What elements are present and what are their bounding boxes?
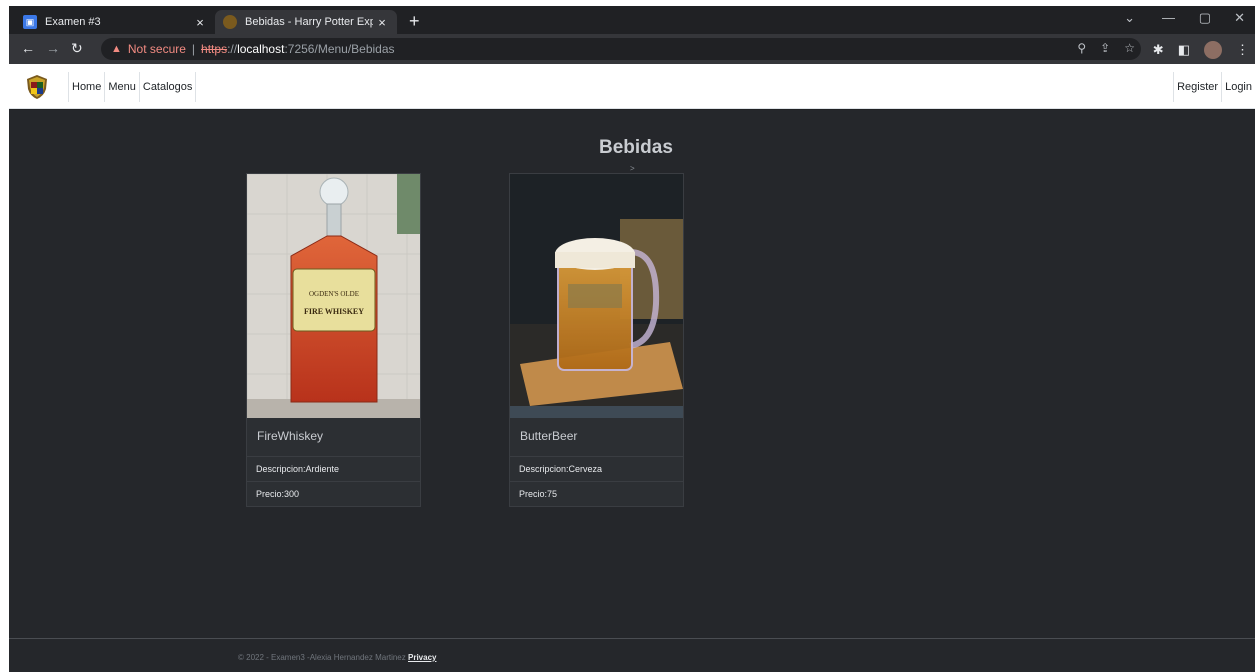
butterbeer-image xyxy=(510,174,683,418)
card-title: FireWhiskey xyxy=(247,418,420,457)
url-scheme-rest: :// xyxy=(227,42,238,56)
warning-icon: ▲ xyxy=(111,43,122,55)
not-secure-label: Not secure xyxy=(127,42,186,56)
maximize-icon[interactable]: ▢ xyxy=(1199,10,1211,26)
footer-text: © 2022 - Examen3 -Alexia Hernandez Marti… xyxy=(238,653,436,662)
forward-icon[interactable]: → xyxy=(46,40,60,56)
nav-catalogos-link[interactable]: Catalogos xyxy=(138,72,197,102)
side-panel-icon[interactable]: ◧ xyxy=(1178,42,1190,58)
nav-login-link[interactable]: Login xyxy=(1221,72,1255,102)
tab-strip: ▣ Examen #3 × Bebidas - Harry Potter Exp… xyxy=(9,6,1255,34)
bottle-label-line1: OGDEN'S OLDE xyxy=(309,290,359,298)
menu-kebab-icon[interactable]: ⋮ xyxy=(1236,42,1249,58)
bottle-label-line2: FIRE WHISKEY xyxy=(304,307,364,316)
new-tab-button[interactable]: + xyxy=(409,11,420,31)
card-price: Precio:75 xyxy=(519,489,558,499)
footer-copyright: © 2022 - Examen3 -Alexia Hernandez Marti… xyxy=(238,653,406,662)
card-description: Descripcion:Cerveza xyxy=(510,457,683,482)
zoom-icon[interactable]: ⚲ xyxy=(1077,41,1086,55)
tab-examen[interactable]: ▣ Examen #3 × xyxy=(15,10,215,34)
bookmark-star-icon[interactable]: ☆ xyxy=(1124,41,1135,55)
firewhiskey-image: OGDEN'S OLDE FIRE WHISKEY xyxy=(247,174,420,418)
tab-bebidas[interactable]: Bebidas - Harry Potter Experienc × xyxy=(215,10,397,34)
browser-toolbar: ← → ↻ ▲ Not secure | https :// localhost… xyxy=(9,34,1255,64)
url-host: localhost xyxy=(237,42,285,56)
extension-area: ✱ ◧ ⋮ xyxy=(1153,41,1249,59)
main-content: Bebidas > OGDEN'S OLDE FIRE WHISKEY Fire… xyxy=(9,110,1255,640)
address-separator: | xyxy=(191,42,196,56)
site-navbar: Home Menu Catalogos Register Login xyxy=(9,64,1255,109)
privacy-link[interactable]: Privacy xyxy=(408,653,436,662)
nav-left: Home Menu Catalogos xyxy=(68,72,197,102)
product-card-butterbeer: ButterBeer Descripcion:Cerveza Precio:75 xyxy=(509,173,684,507)
window-close-icon[interactable]: ✕ xyxy=(1234,10,1245,26)
tab-title: Bebidas - Harry Potter Experienc xyxy=(245,16,373,28)
card-description: Descripcion:Ardiente xyxy=(247,457,420,482)
nav-right: Register Login xyxy=(1173,72,1255,102)
chevron-icon: > xyxy=(630,164,635,173)
product-card-firewhiskey: OGDEN'S OLDE FIRE WHISKEY FireWhiskey De… xyxy=(246,173,421,507)
nav-menu-link[interactable]: Menu xyxy=(104,72,139,102)
nav-register-link[interactable]: Register xyxy=(1173,72,1221,102)
close-icon[interactable]: × xyxy=(191,15,209,30)
card-price: Precio:300 xyxy=(256,489,300,499)
close-icon[interactable]: × xyxy=(373,15,391,30)
classroom-icon: ▣ xyxy=(23,15,37,29)
reload-icon[interactable]: ↻ xyxy=(71,40,83,57)
url-path: :7256/Menu/Bebidas xyxy=(284,42,395,56)
hogwarts-crest-icon[interactable] xyxy=(23,73,51,101)
minimize-icon[interactable]: — xyxy=(1162,10,1175,25)
site-footer: © 2022 - Examen3 -Alexia Hernandez Marti… xyxy=(9,638,1255,672)
back-icon[interactable]: ← xyxy=(21,40,35,56)
profile-avatar[interactable] xyxy=(1204,41,1222,59)
nav-home-link[interactable]: Home xyxy=(68,72,104,102)
card-title: ButterBeer xyxy=(510,418,683,457)
address-bar[interactable]: ▲ Not secure | https :// localhost :7256… xyxy=(101,38,1141,60)
url-scheme: https xyxy=(201,42,228,56)
tab-title: Examen #3 xyxy=(45,16,101,28)
omnibox-actions: ⚲ ⇪ ☆ xyxy=(1077,41,1135,55)
extensions-puzzle-icon[interactable]: ✱ xyxy=(1153,42,1164,58)
crest-favicon-icon xyxy=(223,15,237,29)
tab-search-icon[interactable]: ⌄ xyxy=(1124,10,1135,26)
page-title: Bebidas xyxy=(599,137,673,158)
browser-window: ▣ Examen #3 × Bebidas - Harry Potter Exp… xyxy=(9,6,1255,672)
share-icon[interactable]: ⇪ xyxy=(1100,41,1110,55)
